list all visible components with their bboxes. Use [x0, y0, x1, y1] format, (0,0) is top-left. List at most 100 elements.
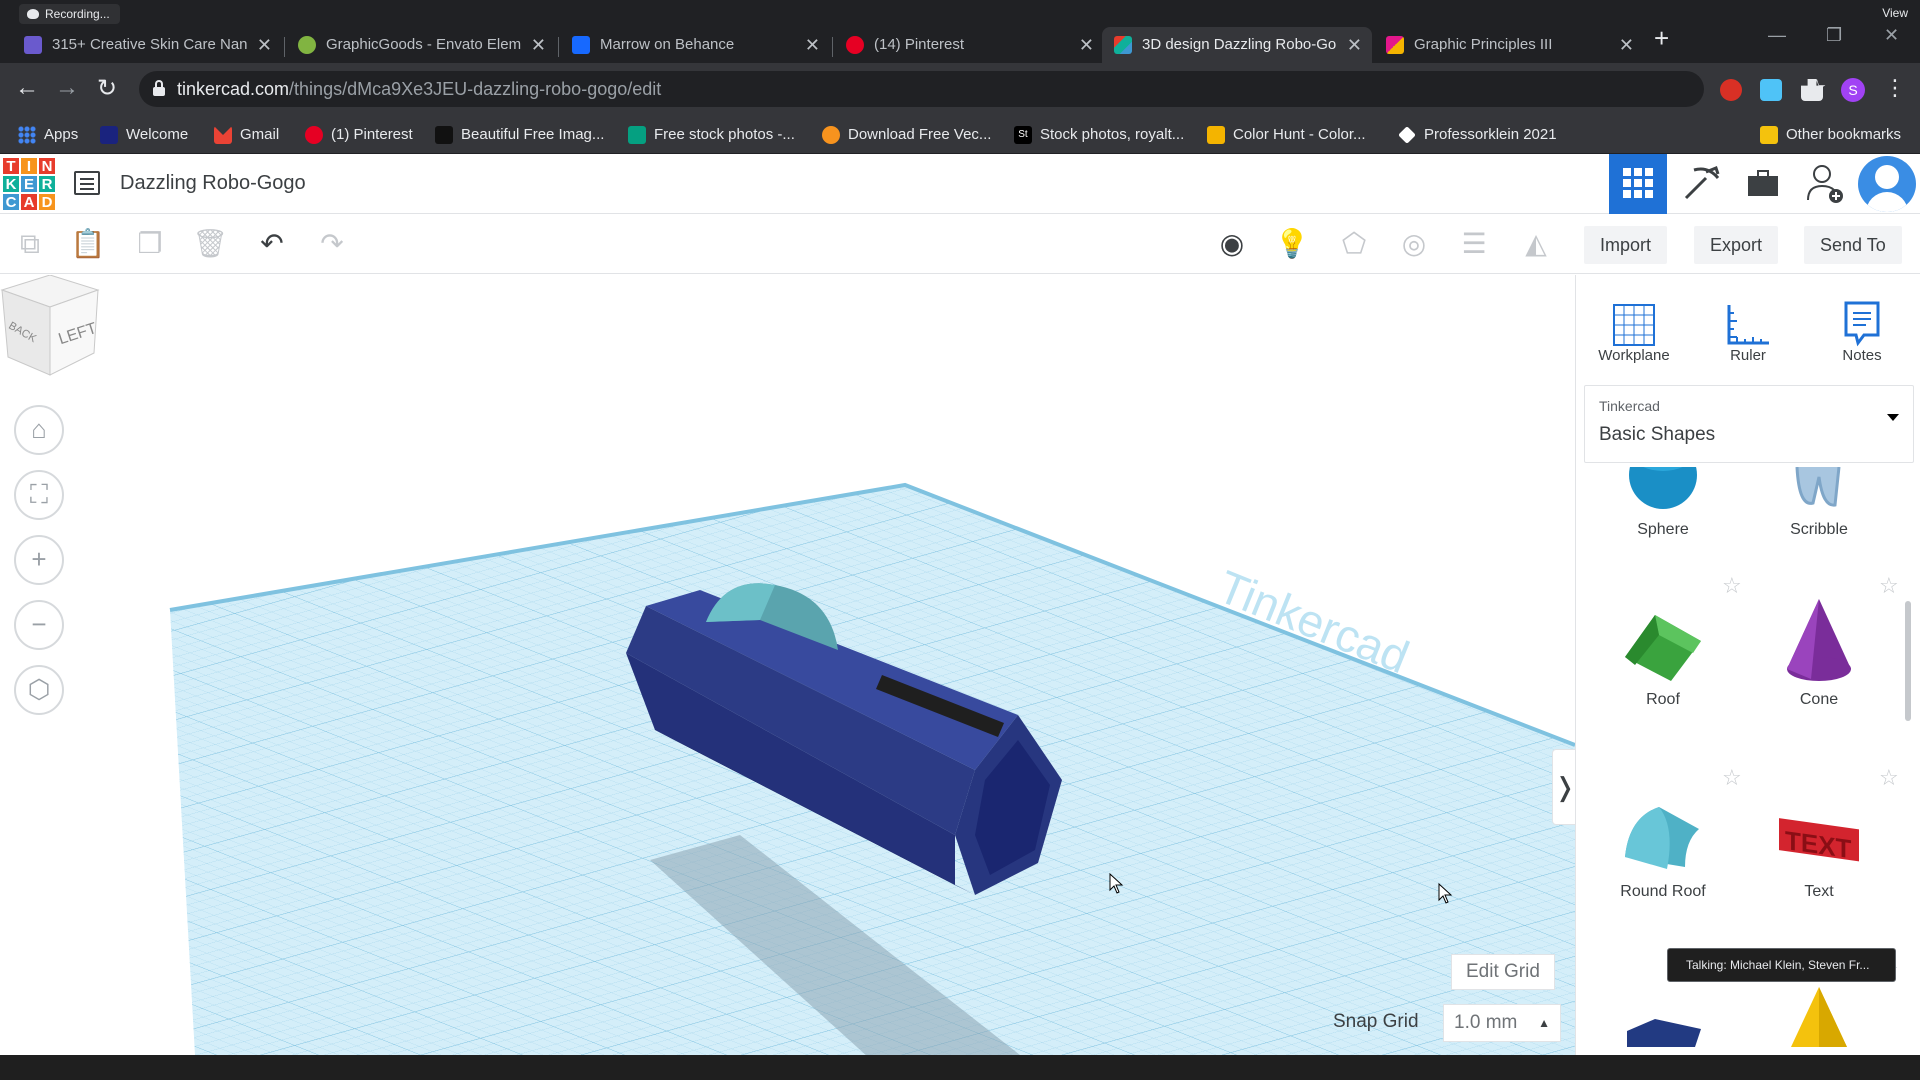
- send-to-button[interactable]: Send To: [1804, 226, 1902, 264]
- shape-round-roof[interactable]: Round Roof: [1588, 787, 1738, 901]
- bookmark-apps[interactable]: Apps: [18, 116, 78, 154]
- minimize-icon[interactable]: —: [1768, 25, 1786, 46]
- browser-tab[interactable]: Graphic Principles III ✕: [1374, 27, 1644, 63]
- invite-user-button[interactable]: [1796, 154, 1854, 214]
- extension-adblock-icon[interactable]: [1720, 79, 1742, 101]
- caret-down-icon: [1887, 414, 1899, 421]
- tab-close-icon[interactable]: ✕: [1619, 27, 1634, 63]
- bookmark-item[interactable]: Professorklein 2021: [1398, 116, 1557, 154]
- tab-close-icon[interactable]: ✕: [1347, 27, 1362, 63]
- align-icon[interactable]: ☰: [1456, 226, 1492, 262]
- reload-icon[interactable]: ↻: [92, 74, 122, 103]
- bookmark-item[interactable]: Free stock photos -...: [628, 116, 795, 154]
- snap-grid-select[interactable]: 1.0 mm ▲: [1443, 1004, 1561, 1042]
- browser-tab[interactable]: GraphicGoods - Envato Elem ✕: [286, 27, 556, 63]
- export-button[interactable]: Export: [1694, 226, 1779, 264]
- paste-icon[interactable]: 📋: [70, 226, 106, 262]
- window-close-icon[interactable]: ✕: [1884, 25, 1899, 46]
- tinkercad-logo[interactable]: T I N K E R C A D: [2, 157, 56, 211]
- apps-grid-icon: [18, 126, 36, 144]
- shape-roof[interactable]: Roof: [1588, 595, 1738, 709]
- tab-close-icon[interactable]: ✕: [531, 27, 546, 63]
- browser-menu-icon[interactable]: ⋮: [1884, 75, 1906, 101]
- ruler-tool[interactable]: Ruler: [1698, 291, 1798, 364]
- duplicate-icon[interactable]: ❐: [132, 226, 168, 262]
- bookmark-item[interactable]: (1) Pinterest: [305, 116, 413, 154]
- briefcase-icon: [1748, 170, 1778, 196]
- fit-icon: ⛶: [29, 479, 49, 509]
- view-cube[interactable]: BACK LEFT: [0, 275, 100, 380]
- browser-tab[interactable]: Marrow on Behance ✕: [560, 27, 830, 63]
- 3d-view-button[interactable]: [1609, 154, 1667, 214]
- shape-sphere[interactable]: Sphere: [1588, 467, 1738, 539]
- panel-collapse-button[interactable]: ❭: [1552, 749, 1575, 825]
- tab-favicon-icon: [298, 36, 316, 54]
- notes-tool[interactable]: Notes: [1812, 291, 1912, 364]
- back-icon[interactable]: ←: [12, 74, 42, 102]
- add-user-icon: [1807, 165, 1843, 203]
- delete-icon[interactable]: 🗑: [192, 226, 228, 262]
- workplane-tool[interactable]: Workplane: [1584, 291, 1684, 364]
- user-avatar[interactable]: [1858, 156, 1916, 212]
- design-title[interactable]: Dazzling Robo-Gogo: [120, 172, 306, 195]
- tab-favicon-icon: [24, 36, 42, 54]
- blocks-view-button[interactable]: [1672, 154, 1730, 214]
- library-source: Tinkercad: [1599, 398, 1660, 414]
- profile-avatar[interactable]: S: [1841, 78, 1865, 102]
- show-all-icon[interactable]: ◉: [1214, 226, 1250, 262]
- zoom-out-button[interactable]: −: [14, 600, 64, 650]
- tab-close-icon[interactable]: ✕: [1079, 27, 1094, 63]
- undo-icon[interactable]: ↶: [254, 226, 290, 262]
- lock-icon: [153, 80, 165, 96]
- bookmark-item[interactable]: Gmail: [214, 116, 279, 154]
- restore-icon[interactable]: ❐: [1826, 25, 1842, 46]
- shape-library-select[interactable]: Tinkercad Basic Shapes: [1584, 385, 1914, 463]
- app-header: T I N K E R C A D Dazzling Robo-Gogo: [0, 154, 1920, 214]
- ungroup-icon[interactable]: ◎: [1396, 226, 1432, 262]
- tab-favicon-icon: [1114, 36, 1132, 54]
- new-tab-icon[interactable]: +: [1654, 23, 1669, 54]
- design-list-icon[interactable]: [74, 171, 100, 195]
- address-bar[interactable]: tinkercad.com/things/dMca9Xe3JEU-dazzlin…: [139, 71, 1827, 107]
- shape-pyramid-partial[interactable]: [1744, 977, 1894, 1047]
- shape-cone[interactable]: Cone: [1744, 595, 1894, 709]
- zoom-in-button[interactable]: +: [14, 535, 64, 585]
- browser-tab-active[interactable]: 3D design Dazzling Robo-Go ✕: [1102, 27, 1372, 63]
- bookmark-item[interactable]: Download Free Vec...: [822, 116, 991, 154]
- edit-grid-button[interactable]: Edit Grid: [1451, 954, 1555, 990]
- other-bookmarks[interactable]: Other bookmarks: [1760, 116, 1901, 154]
- 3d-viewport[interactable]: Tinkercad BACK LEFT ⌂ ⛶ + − ⬡ ❭ Edit Gri…: [0, 275, 1575, 1055]
- bookmark-item[interactable]: Beautiful Free Imag...: [435, 116, 604, 154]
- import-button[interactable]: Import: [1584, 226, 1668, 264]
- recording-icon: [27, 9, 39, 19]
- perspective-button[interactable]: ⬡: [14, 665, 64, 715]
- shape-text[interactable]: TEXT Text: [1744, 787, 1894, 901]
- redo-icon[interactable]: ↷: [314, 226, 350, 262]
- view-label[interactable]: View: [1882, 6, 1908, 20]
- bookmark-item[interactable]: Welcome: [100, 116, 188, 154]
- home-view-button[interactable]: ⌂: [14, 405, 64, 455]
- tab-close-icon[interactable]: ✕: [257, 27, 272, 63]
- browser-tab[interactable]: 315+ Creative Skin Care Nan ✕: [12, 27, 282, 63]
- mirror-icon[interactable]: ◭: [1518, 226, 1554, 262]
- extension-window-icon[interactable]: [1760, 79, 1782, 101]
- tab-title: Marrow on Behance: [600, 36, 735, 53]
- bookmark-item[interactable]: Color Hunt - Color...: [1207, 116, 1366, 154]
- shape-scribble[interactable]: Scribble: [1744, 467, 1894, 539]
- notes-bulb-icon[interactable]: 💡: [1274, 226, 1310, 262]
- forward-icon[interactable]: →: [52, 74, 82, 102]
- bricks-view-button[interactable]: [1734, 154, 1792, 214]
- fit-view-button[interactable]: ⛶: [14, 470, 64, 520]
- tab-separator: [558, 37, 559, 57]
- browser-tab[interactable]: (14) Pinterest ✕: [834, 27, 1104, 63]
- workplane-icon: [1584, 291, 1684, 347]
- bookmark-item[interactable]: St Stock photos, royalt...: [1014, 116, 1184, 154]
- tab-close-icon[interactable]: ✕: [805, 27, 820, 63]
- copy-icon[interactable]: ⧉: [12, 226, 48, 262]
- shape-box-partial[interactable]: [1588, 987, 1738, 1047]
- group-icon[interactable]: ⬠: [1336, 226, 1372, 262]
- unsplash-icon: [435, 126, 453, 144]
- recording-label: Recording...: [45, 7, 110, 21]
- recording-indicator[interactable]: Recording...: [19, 4, 120, 24]
- panel-scrollbar[interactable]: [1905, 601, 1911, 721]
